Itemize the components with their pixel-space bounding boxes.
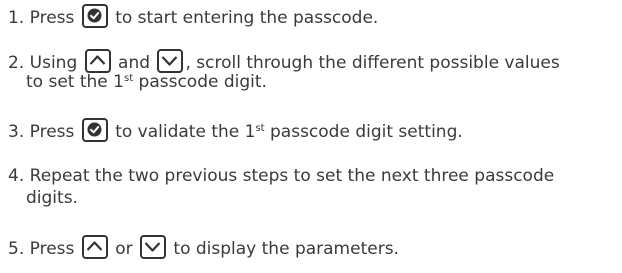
step-continuation: digits. [8, 187, 554, 209]
step-text: Press [29, 8, 75, 28]
step-text: Press [29, 239, 75, 259]
step-number: 1. [8, 8, 25, 28]
chevron-up-icon [86, 241, 103, 251]
validate-key-icon [81, 4, 108, 28]
step-text: to display the parameters. [173, 239, 399, 259]
step-text: , scroll through the different possible … [185, 53, 560, 73]
step-text: to start entering the passcode. [115, 8, 379, 28]
step-text: Using [29, 53, 78, 73]
step-text: to set the 1 [26, 72, 124, 92]
step-4: 4. Repeat the two previous steps to set … [8, 165, 554, 209]
step-5: 5. Press or to display the parameters. [8, 235, 399, 259]
ordinal-suffix: st [123, 73, 134, 84]
step-text: passcode digit setting. [264, 122, 463, 142]
chevron-down-icon [162, 56, 178, 66]
instruction-steps: 1. Press to start entering the passcode.… [0, 0, 622, 273]
step-text: to validate the 1 [115, 122, 256, 142]
step-continuation: to set the 1st passcode digit. [8, 71, 560, 93]
step-number: 2. [8, 53, 25, 73]
step-text: digits. [26, 188, 78, 208]
step-text: Repeat the two previous steps to set the… [29, 166, 555, 186]
chevron-down-icon [144, 242, 161, 252]
ordinal-suffix: st [255, 123, 265, 134]
validate-key-icon [81, 118, 108, 142]
chevron-up-icon [89, 55, 105, 65]
step-2: 2. Using and , scroll through the differ… [8, 49, 560, 93]
step-number: 5. [8, 239, 25, 259]
step-number: 4. [8, 166, 25, 186]
down-key-icon [157, 49, 184, 73]
up-key-icon [81, 235, 108, 259]
step-number: 3. [8, 122, 25, 142]
up-key-icon [84, 49, 111, 73]
step-text: and [118, 53, 151, 73]
step-text: Press [29, 122, 75, 142]
down-key-icon [140, 235, 166, 259]
check-circle-icon [87, 122, 102, 137]
step-text: passcode digit. [133, 72, 267, 92]
check-circle-icon [87, 8, 102, 23]
step-text: or [115, 239, 133, 259]
step-1: 1. Press to start entering the passcode. [8, 4, 379, 28]
step-3: 3. Press to validate the 1st passcode di… [8, 118, 463, 142]
